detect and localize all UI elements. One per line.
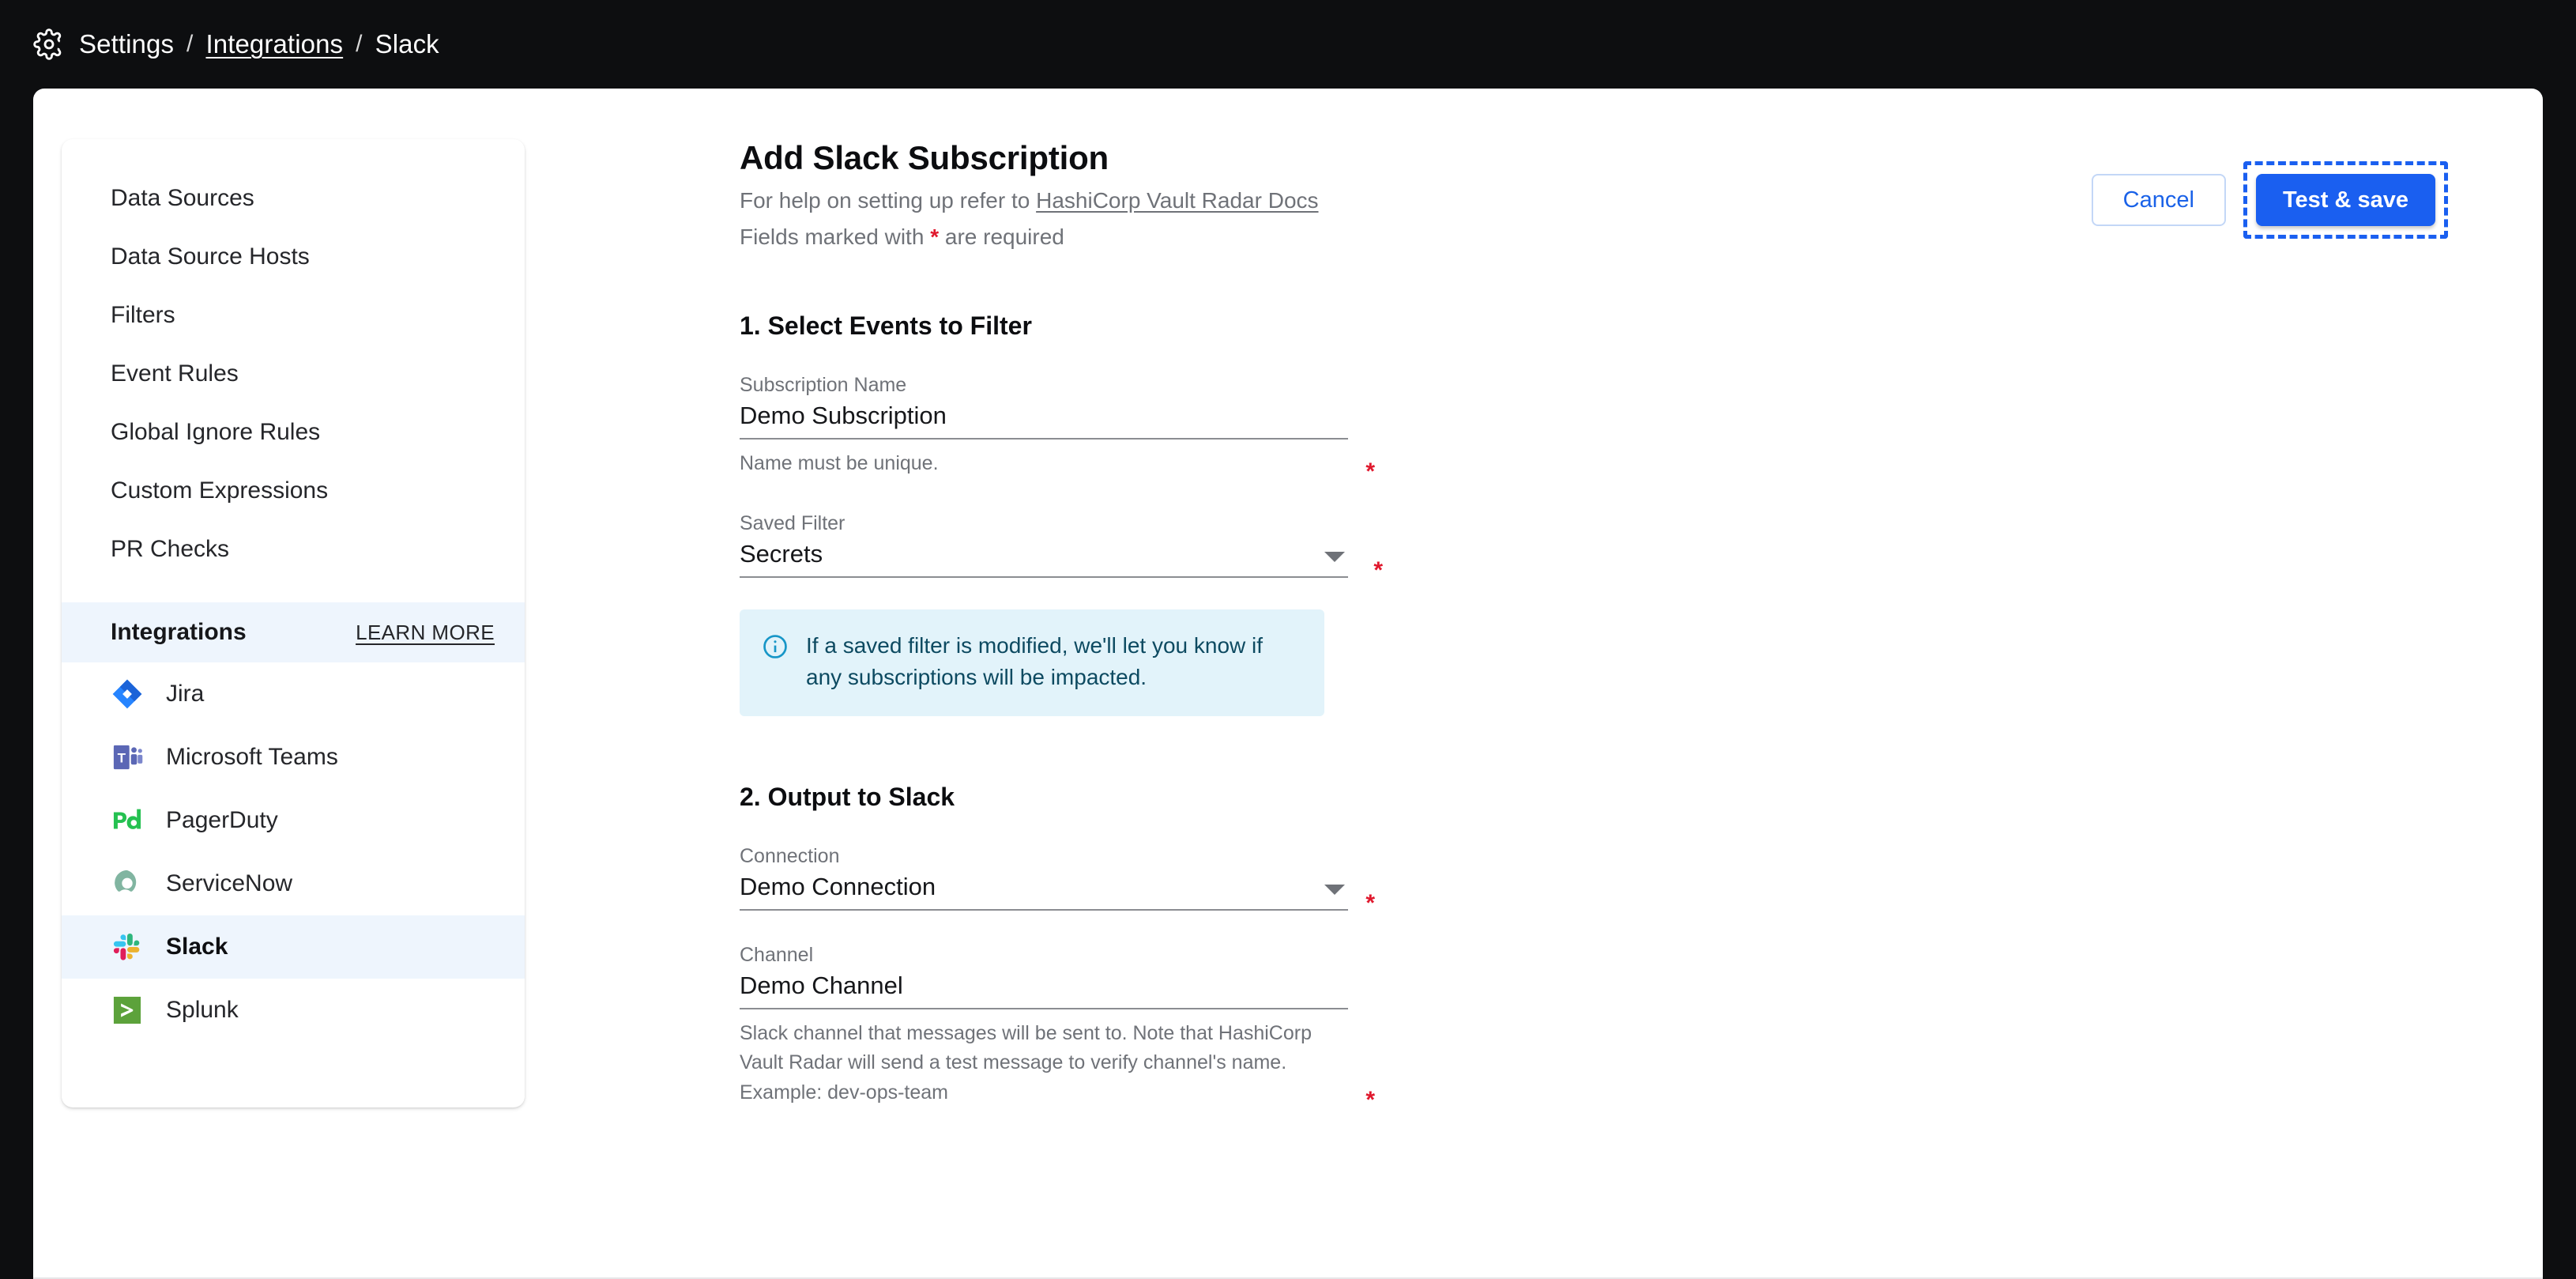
learn-more-link[interactable]: LEARN MORE — [356, 621, 495, 645]
page-surface: Data Sources Data Source Hosts Filters E… — [33, 89, 2543, 1279]
breadcrumb-bar: Settings / Integrations / Slack — [0, 0, 2576, 89]
sidebar-item-pr-checks[interactable]: PR Checks — [62, 520, 525, 579]
breadcrumb-item-slack: Slack — [375, 29, 439, 58]
info-circle-icon — [762, 630, 789, 694]
vault-radar-docs-link[interactable]: HashiCorp Vault Radar Docs — [1036, 188, 1318, 213]
connection-label: Connection — [740, 844, 840, 867]
help-text-prefix: For help on setting up refer to — [740, 188, 1037, 213]
sidebar-item-pagerduty[interactable]: PagerDuty — [62, 789, 525, 852]
sidebar-item-label: PR Checks — [111, 536, 230, 562]
subscription-name-field: Subscription Name Demo Subscription * Na… — [740, 374, 1375, 485]
sidebar-item-label: PagerDuty — [166, 807, 278, 833]
sidebar-item-label: Event Rules — [111, 360, 239, 387]
sidebar-item-global-ignore-rules[interactable]: Global Ignore Rules — [62, 403, 525, 462]
required-asterisk: * — [930, 224, 940, 249]
slack-icon — [111, 930, 144, 964]
sidebar-item-label: ServiceNow — [166, 870, 293, 896]
required-note-suffix: are required — [939, 224, 1064, 249]
connection-select[interactable]: Demo Connection — [740, 873, 1348, 911]
connection-value: Demo Connection — [740, 872, 936, 900]
sidebar-item-label: Splunk — [166, 997, 239, 1023]
channel-field: Channel Demo Channel * Slack channel tha… — [740, 943, 1375, 1113]
saved-filter-select[interactable]: Secrets — [740, 540, 1348, 578]
breadcrumb-item-settings[interactable]: Settings — [79, 29, 174, 59]
breadcrumb-separator: / — [356, 31, 363, 57]
form-actions: Cancel Test & save — [2091, 161, 2448, 239]
cancel-button[interactable]: Cancel — [2091, 174, 2226, 226]
subscription-name-required-marker: * — [1365, 458, 1375, 485]
subscription-form: Cancel Test & save Add Slack Subscriptio… — [525, 139, 2543, 1113]
gear-icon — [33, 28, 65, 60]
microsoft-teams-icon: T — [111, 741, 144, 774]
breadcrumb-item-integrations[interactable]: Integrations — [205, 29, 343, 59]
saved-filter-value: Secrets — [740, 539, 823, 568]
channel-required-marker: * — [1365, 1087, 1375, 1114]
sidebar-item-data-source-hosts[interactable]: Data Source Hosts — [62, 228, 525, 286]
connection-field: Connection Demo Connection * — [740, 844, 1375, 916]
chevron-down-icon — [1324, 551, 1345, 562]
splunk-icon — [111, 994, 144, 1027]
sidebar-item-label: Jira — [166, 681, 205, 707]
connection-required-marker: * — [1365, 889, 1375, 916]
subscription-name-helper: Name must be unique. — [740, 452, 939, 474]
section-1-heading: 1. Select Events to Filter — [740, 311, 1032, 340]
channel-label: Channel — [740, 943, 814, 966]
integrations-title: Integrations — [111, 619, 247, 645]
chevron-down-icon — [1324, 884, 1345, 895]
subscription-name-input[interactable]: Demo Subscription — [740, 402, 1348, 440]
sidebar-item-custom-expressions[interactable]: Custom Expressions — [62, 462, 525, 520]
saved-filter-label: Saved Filter — [740, 511, 845, 534]
breadcrumb-separator: / — [186, 31, 194, 57]
sidebar-item-label: Data Sources — [111, 185, 254, 211]
sidebar-item-slack[interactable]: Slack — [62, 915, 525, 979]
sidebar-item-jira[interactable]: Jira — [62, 662, 525, 726]
sidebar-item-label: Slack — [166, 934, 228, 960]
sidebar-item-servicenow[interactable]: ServiceNow — [62, 852, 525, 915]
svg-text:T: T — [118, 751, 126, 766]
channel-helper: Slack channel that messages will be sent… — [740, 1021, 1312, 1104]
sidebar-item-label: Microsoft Teams — [166, 744, 338, 770]
subscription-name-value: Demo Subscription — [740, 402, 947, 429]
test-and-save-button[interactable]: Test & save — [2255, 174, 2435, 226]
sidebar-item-filters[interactable]: Filters — [62, 286, 525, 345]
integrations-section-header: Integrations LEARN MORE — [62, 602, 525, 662]
servicenow-icon — [111, 867, 144, 900]
save-button-focus-ring: Test & save — [2243, 161, 2448, 239]
sidebar-item-splunk[interactable]: Splunk — [62, 979, 525, 1042]
saved-filter-info-callout: If a saved filter is modified, we'll let… — [740, 609, 1324, 716]
saved-filter-required-marker: * — [1373, 556, 1383, 583]
pagerduty-icon — [111, 804, 144, 837]
sidebar-item-microsoft-teams[interactable]: T Microsoft Teams — [62, 726, 525, 789]
callout-message: If a saved filter is modified, we'll let… — [806, 632, 1264, 690]
channel-value: Demo Channel — [740, 971, 903, 999]
sidebar-item-label: Data Source Hosts — [111, 243, 310, 270]
sidebar-item-label: Filters — [111, 302, 175, 328]
sidebar-item-label: Custom Expressions — [111, 477, 329, 504]
jira-icon — [111, 677, 144, 711]
section-2-heading: 2. Output to Slack — [740, 782, 955, 811]
sidebar-item-event-rules[interactable]: Event Rules — [62, 345, 525, 403]
channel-input[interactable]: Demo Channel — [740, 972, 1348, 1009]
sidebar-item-data-sources[interactable]: Data Sources — [62, 169, 525, 228]
sidebar-item-label: Global Ignore Rules — [111, 419, 321, 445]
subscription-name-label: Subscription Name — [740, 374, 907, 396]
required-note-prefix: Fields marked with — [740, 224, 931, 249]
saved-filter-field: Saved Filter Secrets * — [740, 511, 1383, 583]
breadcrumb: Settings / Integrations / Slack — [79, 29, 439, 59]
settings-sidebar: Data Sources Data Source Hosts Filters E… — [62, 139, 525, 1108]
